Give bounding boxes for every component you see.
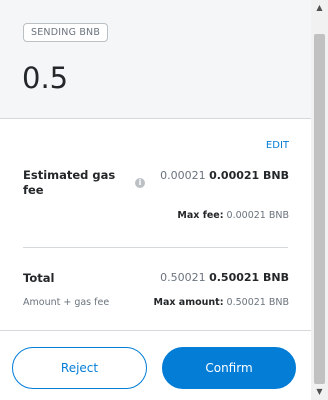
section-divider xyxy=(23,247,288,248)
total-primary: 0.50021 BNB xyxy=(209,271,289,284)
max-amount: Max amount: 0.50021 BNB xyxy=(154,297,290,308)
max-fee-label: Max fee: xyxy=(177,210,224,221)
max-amount-label: Max amount: xyxy=(153,297,224,308)
reject-button[interactable]: Reject xyxy=(12,347,147,389)
max-fee: Max fee: 0.00021 BNB xyxy=(177,210,289,221)
scroll-up-arrow-icon[interactable]: ▲ xyxy=(311,0,328,16)
transaction-header: SENDING BNB 0.5 xyxy=(0,0,311,119)
max-fee-value: 0.00021 BNB xyxy=(226,210,289,221)
gas-fee-value: 0.00021 0.00021 BNB xyxy=(160,169,289,182)
sending-badge: SENDING BNB xyxy=(23,23,109,42)
confirm-transaction-panel: SENDING BNB 0.5 EDIT Estimated gas fee i… xyxy=(0,0,311,400)
estimated-gas-fee-label: Estimated gas fee xyxy=(23,168,116,197)
scroll-down-arrow-icon[interactable]: ▼ xyxy=(311,384,328,400)
send-amount: 0.5 xyxy=(22,61,69,95)
gas-fee-primary: 0.00021 BNB xyxy=(209,169,289,182)
gas-fee-secondary: 0.00021 xyxy=(160,169,206,182)
scrollbar-thumb[interactable] xyxy=(314,34,325,384)
total-value: 0.50021 0.50021 BNB xyxy=(160,271,289,284)
total-secondary: 0.50021 xyxy=(160,271,206,284)
amount-plus-gas-label: Amount + gas fee xyxy=(23,297,110,308)
info-icon[interactable]: i xyxy=(135,178,145,188)
footer-divider xyxy=(0,330,311,331)
total-label: Total xyxy=(23,271,55,285)
vertical-scrollbar[interactable]: ▲ ▼ xyxy=(311,0,328,400)
edit-link[interactable]: EDIT xyxy=(266,140,289,151)
max-amount-value: 0.50021 BNB xyxy=(226,297,289,308)
confirm-button[interactable]: Confirm xyxy=(162,347,296,389)
